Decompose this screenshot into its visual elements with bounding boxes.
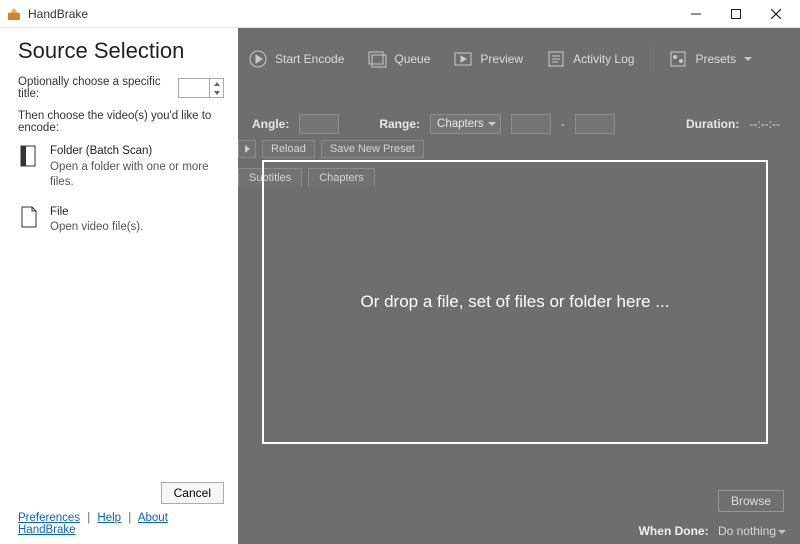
close-button[interactable] (756, 0, 796, 28)
open-file-option[interactable]: File Open video file(s). (18, 205, 224, 236)
chevron-up-icon (214, 82, 220, 86)
open-file-title: File (50, 205, 143, 221)
angle-field (299, 114, 339, 134)
browse-button: Browse (718, 490, 784, 512)
range-mode-value: Chapters (437, 118, 484, 130)
start-encode-button: Start Encode (241, 44, 350, 74)
preview-button: Preview (446, 44, 529, 74)
title-number-spinner[interactable] (178, 78, 224, 98)
duration-value: --:--:-- (749, 117, 780, 131)
title-meta-row: Angle: Range: Chapters - Duration: --:--… (252, 112, 780, 136)
chevron-down-icon (214, 91, 220, 95)
app-icon (6, 6, 22, 22)
chevron-down-icon (744, 57, 752, 61)
chevron-down-icon (778, 530, 786, 534)
window-title: HandBrake (28, 7, 88, 21)
range-start-field (511, 114, 551, 134)
spinner-up-button[interactable] (210, 79, 223, 88)
maximize-button[interactable] (716, 0, 756, 28)
optional-title-label: Optionally choose a specific title: (18, 76, 170, 100)
presets-button: Presets (661, 44, 758, 74)
title-number-input[interactable] (179, 79, 209, 97)
preset-expand-button (238, 140, 256, 158)
folder-icon (18, 144, 40, 170)
source-selection-panel: Source Selection Optionally choose a spe… (0, 28, 238, 544)
open-folder-option[interactable]: Folder (Batch Scan) Open a folder with o… (18, 144, 224, 191)
reload-button: Reload (262, 140, 315, 158)
presets-label: Presets (695, 52, 736, 66)
activity-log-label: Activity Log (573, 52, 634, 66)
help-link[interactable]: Help (97, 512, 121, 524)
range-label: Range: (379, 117, 420, 131)
chevron-down-icon (488, 122, 496, 126)
drop-zone-text: Or drop a file, set of files or folder h… (361, 292, 670, 312)
preview-icon (452, 48, 474, 70)
queue-icon (366, 48, 388, 70)
footer-links: Preferences | Help | About HandBrake (18, 512, 224, 536)
presets-icon (667, 48, 689, 70)
activity-log-button: Activity Log (539, 44, 640, 74)
source-selection-heading: Source Selection (18, 38, 224, 64)
titlebar: HandBrake (0, 0, 800, 28)
open-folder-title: Folder (Batch Scan) (50, 144, 224, 160)
activity-log-icon (545, 48, 567, 70)
preset-minibar: Reload Save New Preset (238, 140, 424, 158)
open-file-desc: Open video file(s). (50, 220, 143, 236)
queue-button: Queue (360, 44, 436, 74)
file-icon (18, 205, 40, 231)
minimize-button[interactable] (676, 0, 716, 28)
preview-label: Preview (480, 52, 523, 66)
spinner-down-button[interactable] (210, 88, 223, 97)
range-mode-select: Chapters (430, 114, 501, 134)
preferences-link[interactable]: Preferences (18, 512, 80, 524)
save-new-preset-button: Save New Preset (321, 140, 424, 158)
when-done-select: Do nothing (718, 524, 786, 538)
angle-label: Angle: (252, 117, 289, 131)
when-done-label: When Done: (639, 524, 709, 538)
queue-label: Queue (394, 52, 430, 66)
duration-label: Duration: (686, 117, 739, 131)
play-icon (247, 48, 269, 70)
open-folder-desc: Open a folder with one or more files. (50, 160, 224, 191)
encode-instruction: Then choose the video(s) you'd like to e… (18, 110, 224, 134)
cancel-button[interactable]: Cancel (161, 482, 224, 504)
when-done-row: When Done: Do nothing (639, 524, 786, 538)
drop-zone[interactable]: Or drop a file, set of files or folder h… (262, 160, 768, 444)
start-encode-label: Start Encode (275, 52, 344, 66)
chevron-right-icon (245, 145, 250, 153)
range-end-field (575, 114, 615, 134)
